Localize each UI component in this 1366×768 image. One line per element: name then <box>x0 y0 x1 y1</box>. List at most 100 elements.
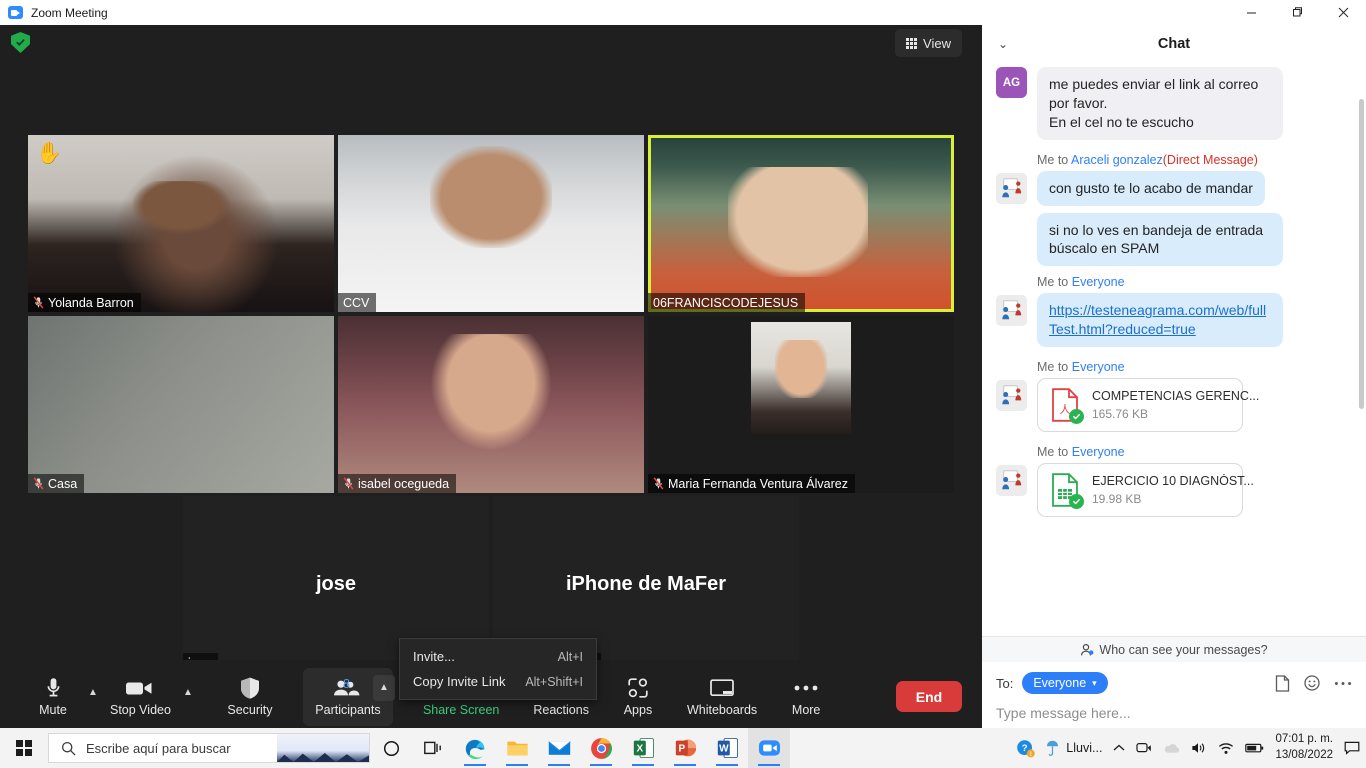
battery-icon[interactable] <box>1245 742 1264 754</box>
excel-icon[interactable]: X <box>622 728 664 768</box>
cortana-icon[interactable] <box>370 728 412 768</box>
view-button[interactable]: View <box>895 29 962 57</box>
download-complete-badge <box>1069 409 1084 425</box>
whiteboards-button[interactable]: Whiteboards <box>679 668 765 726</box>
menu-item-copy-invite-link[interactable]: Copy Invite Link Alt+Shift+I <box>400 669 596 694</box>
shield-check-icon[interactable] <box>11 32 30 53</box>
meta-recipient[interactable]: Everyone <box>1072 445 1125 459</box>
security-button[interactable]: Security <box>219 668 281 726</box>
meeting-area: View ✋ Yolanda Barron CCV 06FRANCISCODEJ… <box>0 25 982 733</box>
start-button[interactable] <box>0 728 48 768</box>
clock-time: 07:01 p. m. <box>1275 733 1333 746</box>
recipient-dropdown[interactable]: Everyone ▾ <box>1022 672 1108 694</box>
chat-title: Chat <box>1157 36 1191 52</box>
show-hidden-icons-chevron[interactable] <box>1113 744 1125 752</box>
participant-name-text: isabel ocegueda <box>358 476 450 491</box>
chat-composer: To: Everyone ▾ Type message here... <box>982 662 1366 733</box>
onedrive-icon[interactable] <box>1163 743 1180 754</box>
shield-icon <box>239 676 261 700</box>
audio-options-caret-icon[interactable]: ▲ <box>84 686 102 708</box>
participant-name-label: CCV <box>338 293 377 312</box>
meta-recipient[interactable]: Araceli gonzalez <box>1071 153 1163 167</box>
whiteboard-icon <box>709 676 735 700</box>
zoom-tray-icon[interactable] <box>1136 741 1152 755</box>
stop-video-button[interactable]: Stop Video <box>102 668 179 726</box>
apps-icon <box>627 676 649 700</box>
participant-tile-maria-fernanda-ventura-alvarez[interactable]: Maria Fernanda Ventura Álvarez <box>648 316 954 493</box>
menu-item-label: Copy Invite Link <box>413 674 506 689</box>
task-view-icon[interactable] <box>412 728 454 768</box>
participant-tile-isabel-ocegueda[interactable]: isabel ocegueda <box>338 316 644 493</box>
notifications-icon[interactable] <box>1344 741 1360 755</box>
menu-item-invite[interactable]: Invite... Alt+I <box>400 644 596 669</box>
chat-bubble[interactable]: si no lo ves en bandeja de entrada búsca… <box>1037 212 1283 267</box>
who-can-see-label: Who can see your messages? <box>1099 642 1268 657</box>
participant-tile-ccv[interactable]: CCV <box>338 135 644 312</box>
video-row-2: Casa isabel ocegueda Maria Fernanda Vent… <box>28 316 954 493</box>
meta-recipient[interactable]: Everyone <box>1072 275 1125 289</box>
chat-file-attachment[interactable]: 人 COMPETENCIAS GERENC... 165.76 KB <box>1037 378 1259 433</box>
maximize-button[interactable] <box>1274 0 1320 25</box>
participant-tile-06franciscodejesus[interactable]: 06FRANCISCODEJESUS <box>648 135 954 312</box>
weather-widget[interactable]: Lluvi... <box>1046 739 1102 757</box>
volume-icon[interactable] <box>1191 741 1207 755</box>
taskbar-search-input[interactable]: Escribe aquí para buscar <box>48 733 370 763</box>
powerpoint-icon[interactable]: P <box>664 728 706 768</box>
edge-icon[interactable] <box>454 728 496 768</box>
emoji-icon[interactable] <box>1304 675 1320 691</box>
windows-logo-icon <box>16 740 32 756</box>
chat-bubble[interactable]: con gusto te lo acabo de mandar <box>1037 170 1265 206</box>
zoom-icon[interactable] <box>748 728 790 768</box>
video-options-caret-icon[interactable]: ▲ <box>179 686 197 708</box>
meta-prefix: Me to <box>1037 275 1072 290</box>
mail-icon[interactable] <box>538 728 580 768</box>
mute-button[interactable]: Mute <box>22 668 84 726</box>
participants-button[interactable]: 8 Participants ▲ <box>302 667 395 726</box>
chevron-down-icon[interactable]: ⌄ <box>998 37 1008 51</box>
meta-direct-message-tag: (Direct Message) <box>1162 152 1258 167</box>
chat-message-meta: Me to Everyone <box>1037 360 1352 374</box>
more-button[interactable]: More <box>775 668 837 726</box>
taskbar-clock[interactable]: 07:01 p. m. 13/08/2022 <box>1275 732 1333 763</box>
participant-tile-yolanda-barron[interactable]: ✋ Yolanda Barron <box>28 135 334 312</box>
wifi-icon[interactable] <box>1218 742 1234 755</box>
chat-panel: ⌄ Chat AG me puedes enviar el link al co… <box>982 25 1366 733</box>
participants-caret-icon[interactable]: ▲ <box>372 674 395 701</box>
avatar <box>996 295 1027 327</box>
close-button[interactable] <box>1320 0 1366 25</box>
mic-muted-icon <box>33 296 44 309</box>
apps-button[interactable]: Apps <box>607 668 669 726</box>
participant-name-label: Yolanda Barron <box>28 293 141 312</box>
chat-input[interactable]: Type message here... <box>996 705 1352 721</box>
end-button-label: End <box>915 688 943 705</box>
chat-message: Me to Everyone 人 COMPETENCIAS GERENC... … <box>996 360 1352 433</box>
chat-link[interactable]: https://testeneagrama.com/web/fullTest.h… <box>1037 293 1283 348</box>
more-options-icon[interactable] <box>1334 681 1352 686</box>
participant-display-name: jose <box>315 572 357 595</box>
chat-scrollbar[interactable] <box>1359 99 1364 409</box>
mic-muted-icon <box>343 477 354 490</box>
attach-file-icon[interactable] <box>1275 674 1290 692</box>
mic-muted-icon <box>33 477 44 490</box>
window-title: Zoom Meeting <box>31 5 108 20</box>
invite-context-menu: Invite... Alt+I Copy Invite Link Alt+Shi… <box>399 638 597 700</box>
chat-bubble[interactable]: me puedes enviar el link al correo por f… <box>1037 67 1283 140</box>
minimize-button[interactable] <box>1228 0 1274 25</box>
participants-count: 8 <box>342 676 350 691</box>
chrome-icon[interactable] <box>580 728 622 768</box>
end-meeting-button[interactable]: End <box>896 681 962 712</box>
chat-message: Me to Araceli gonzalez(Direct Message) c… <box>996 153 1352 267</box>
participant-tile-casa[interactable]: Casa <box>28 316 334 493</box>
video-grid: ✋ Yolanda Barron CCV 06FRANCISCODEJESUS … <box>28 135 954 672</box>
chat-message: Me to Everyone EJERCICIO 10 DIAGNÓST... … <box>996 445 1352 518</box>
more-dots-icon <box>793 676 819 700</box>
avatar: AG <box>996 67 1027 98</box>
chat-file-attachment[interactable]: EJERCICIO 10 DIAGNÓST... 19.98 KB <box>1037 463 1254 518</box>
recipient-value: Everyone <box>1033 676 1087 690</box>
help-badge-icon[interactable]: ?! <box>1016 739 1036 758</box>
word-icon[interactable]: W <box>706 728 748 768</box>
meta-recipient[interactable]: Everyone <box>1072 360 1125 374</box>
file-explorer-icon[interactable] <box>496 728 538 768</box>
who-can-see-messages-link[interactable]: Who can see your messages? <box>982 636 1366 662</box>
file-size: 165.76 KB <box>1092 407 1149 422</box>
